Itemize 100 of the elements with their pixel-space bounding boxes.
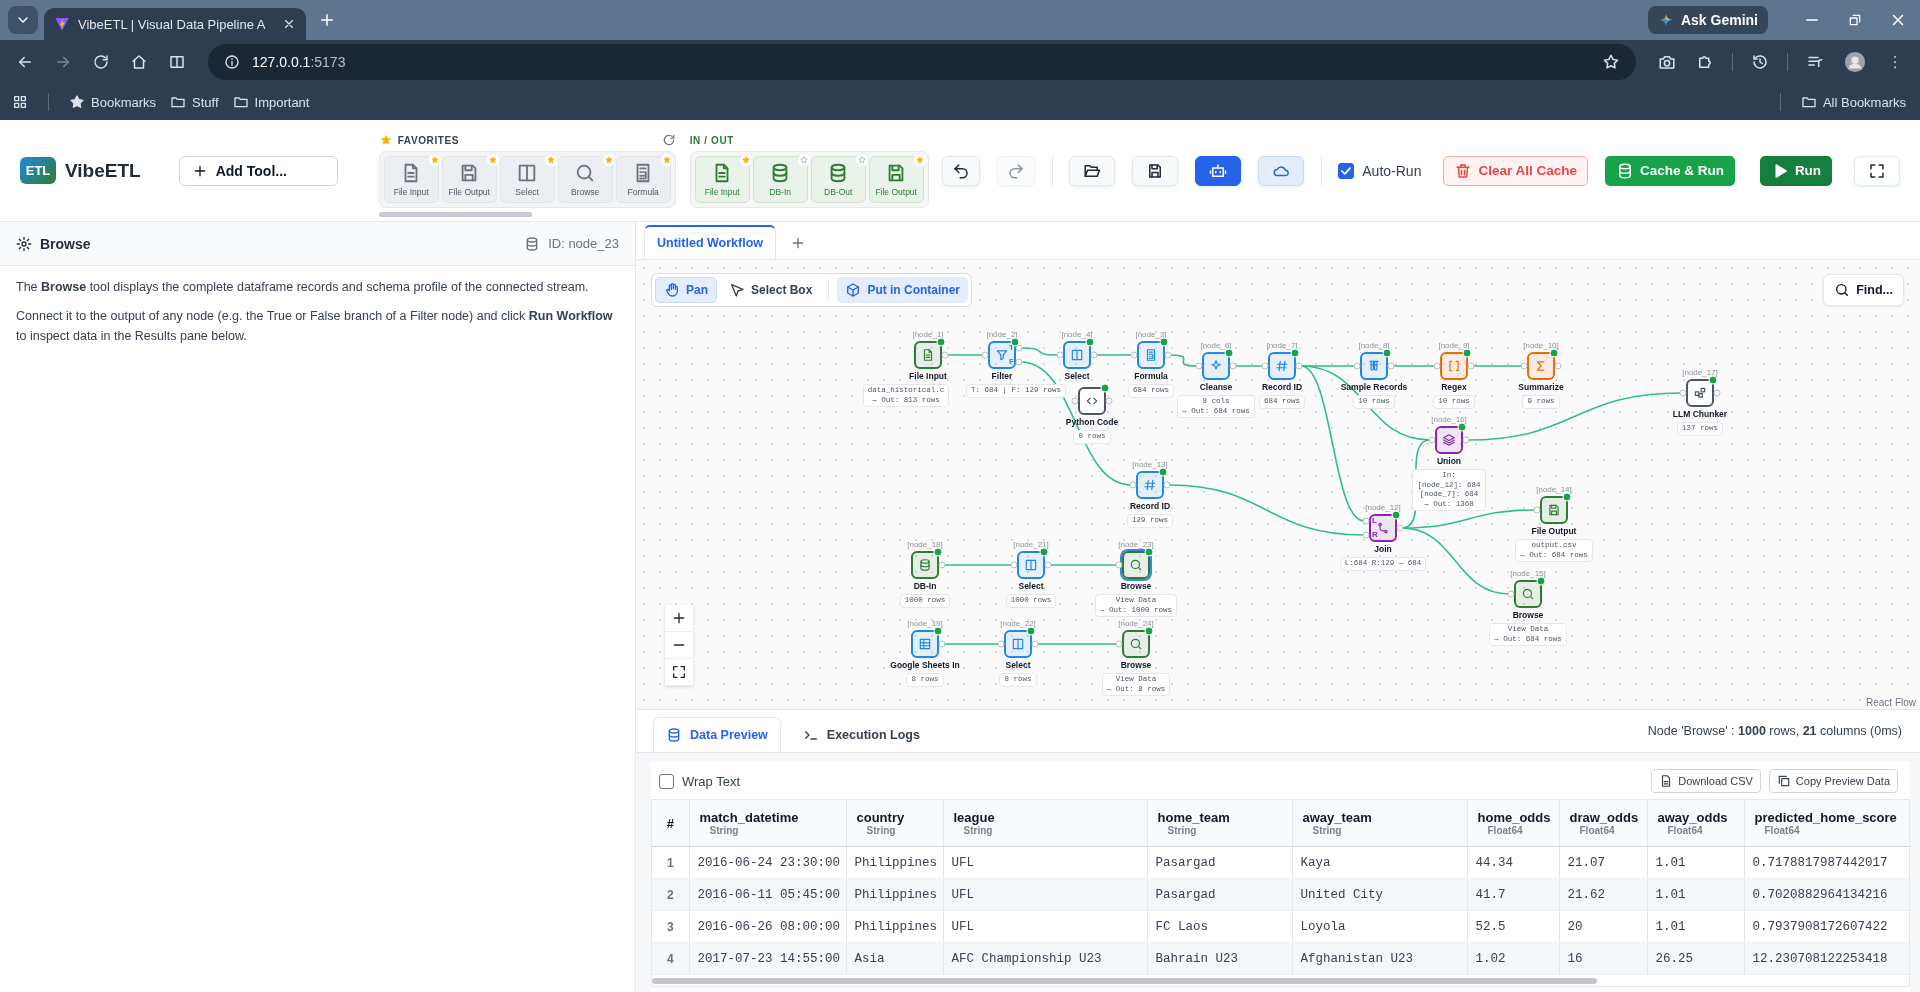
column-header[interactable]: match_datetime String [689, 800, 846, 847]
bookmark-label: Bookmarks [91, 94, 157, 110]
node-label: Select [1018, 581, 1044, 592]
node-id-tag: [node_8] [1358, 340, 1390, 352]
node-label: Join [1374, 544, 1392, 555]
export-button[interactable]: Copy Preview Data [1768, 769, 1898, 793]
node-id-tag: [node_23] [1118, 539, 1154, 551]
column-header[interactable]: country String [846, 800, 943, 847]
logo-badge: ETL [20, 157, 56, 184]
table-cell: 0.7937908172607422 [1744, 910, 1909, 943]
app-name: VibeETL [65, 159, 141, 182]
table-cell: United City [1292, 878, 1467, 911]
column-header[interactable]: away_team String [1292, 800, 1467, 847]
run-button[interactable]: Run [1760, 155, 1832, 186]
table-cell: Bahrain U23 [1147, 942, 1292, 975]
row-number: 3 [652, 910, 689, 943]
column-header[interactable]: away_odds Float64 [1647, 800, 1744, 847]
table-cell: Philippines [846, 910, 943, 943]
table-cell: UFL [943, 846, 1147, 879]
address-bar[interactable]: 127.0.0.1:5173 [208, 44, 1636, 80]
results-tab[interactable]: Data Preview [653, 717, 781, 752]
table-cell: Philippines [846, 878, 943, 911]
node-label: LLM Chunker [1672, 409, 1728, 420]
node-id-tag: [node_9] [1438, 340, 1470, 352]
bookmark[interactable]: Stuff [170, 94, 219, 110]
node-id-tag: [node_17] [1682, 367, 1718, 379]
bookmark[interactable]: Bookmarks [69, 94, 157, 110]
node-label: Filter [991, 371, 1013, 382]
table-cell: 21.07 [1559, 846, 1647, 879]
node-id-tag: [node_7] [1266, 340, 1298, 352]
node-label: File Output [1531, 526, 1577, 537]
node-id-tag: [node_3] [1135, 329, 1167, 341]
canvas-tool-button[interactable]: Pan [655, 277, 717, 303]
tool-tile[interactable]: DB-In [752, 156, 808, 203]
tool-tile[interactable]: DB-Out [810, 156, 866, 203]
node-label: Select [1005, 660, 1031, 671]
table-cell: 2016-06-26 08:00:00 [689, 910, 846, 943]
node-id-tag: [node_1] [912, 329, 944, 341]
tool-tile[interactable]: Formula [615, 156, 671, 203]
port-letter: L [1372, 517, 1377, 525]
table-cell: 0.7178817987442017 [1744, 846, 1909, 879]
node-id-tag: [node_21] [1013, 539, 1049, 551]
port-letter: R [1372, 531, 1378, 539]
tool-tile[interactable]: File Input [694, 156, 750, 203]
table-cell: 52.5 [1467, 910, 1559, 943]
column-header[interactable]: draw_odds Float64 [1559, 800, 1647, 847]
export-button[interactable]: Download CSV [1651, 769, 1761, 793]
table-cell: Asia [846, 942, 943, 975]
column-header[interactable]: league String [943, 800, 1147, 847]
node-label: Select [1064, 371, 1090, 382]
find-button[interactable]: Find... [1823, 274, 1904, 306]
results-tab[interactable]: Execution Logs [790, 718, 932, 752]
table-cell: 12.230708122253418 [1744, 942, 1909, 975]
column-header[interactable]: predicted_home_score Float64 [1744, 800, 1909, 847]
bookmark[interactable]: Important [232, 94, 310, 110]
tool-tile[interactable]: Select [499, 156, 555, 203]
table-cell: 26.25 [1647, 942, 1744, 975]
ask-gemini-button[interactable]: Ask Gemini [1647, 6, 1768, 34]
table-cell: 44.34 [1467, 846, 1559, 879]
column-header[interactable]: home_team String [1147, 800, 1292, 847]
canvas-tool-button[interactable]: Put in Container [837, 277, 969, 303]
table-cell: 2016-06-11 05:45:00 [689, 878, 846, 911]
checkbox-label: Auto-Run [1362, 162, 1422, 179]
tool-tile[interactable]: File Output [441, 156, 497, 203]
node-id-tag: [node_16] [1431, 414, 1467, 426]
node-id-tag: [node_13] [1132, 459, 1168, 471]
tool-tile[interactable]: Browse [557, 156, 613, 203]
all-bookmarks[interactable]: All Bookmarks [1800, 94, 1906, 110]
table-cell: 1.02 [1467, 942, 1559, 975]
browser-tab[interactable]: VibeETL | Visual Data Pipeline A [44, 8, 306, 40]
column-header[interactable]: # [652, 800, 689, 847]
table-cell: Pasargad [1147, 878, 1292, 911]
bookmark-label: Stuff [192, 94, 219, 110]
node-id-tag: [node_24] [1118, 618, 1154, 630]
tool-tile[interactable]: File Output [868, 156, 924, 203]
bookmark-label: All Bookmarks [1822, 94, 1906, 110]
node-label: Record ID [1261, 382, 1303, 393]
node-id-tag: [node_14] [1536, 484, 1572, 496]
node-label: Regex [1441, 382, 1467, 393]
description-text: Connect it to the output of any node (e.g. the True or False branch of a Filter node) and click Run Workflow to inspect data in the Results pane below. [16, 308, 614, 345]
panel-title: Browse [40, 235, 91, 252]
tool-tile[interactable]: File Input [383, 156, 439, 203]
canvas-tool-button[interactable]: Select Box [721, 277, 821, 303]
table-cell: AFC Championship U23 [943, 942, 1147, 975]
table-cell: 1.01 [1647, 878, 1744, 911]
group-title: FAVORITES [397, 134, 459, 146]
table-cell: 21.62 [1559, 878, 1647, 911]
row-number: 1 [652, 846, 689, 879]
node-id-tag: [node_6] [1200, 340, 1232, 352]
node-id-tag: [node_18] [907, 539, 943, 551]
table-cell: Philippines [846, 846, 943, 879]
table-cell: Afghanistan U23 [1292, 942, 1467, 975]
column-header[interactable]: home_odds Float64 [1467, 800, 1559, 847]
table-cell: 2016-06-24 23:30:00 [689, 846, 846, 879]
attribution-link[interactable]: React Flow [1866, 697, 1916, 708]
add-tool-button[interactable]: Add Tool... [178, 155, 338, 186]
table-cell: Pasargad [1147, 846, 1292, 879]
node-id: ID: node_23 [548, 236, 619, 251]
result-summary: Node 'Browse' : 1000 rows, 21 columns (0ms) [1647, 724, 1902, 738]
description-text: The Browse tool displays the complete dataframe records and schema profile of the connected stream. [16, 279, 590, 296]
